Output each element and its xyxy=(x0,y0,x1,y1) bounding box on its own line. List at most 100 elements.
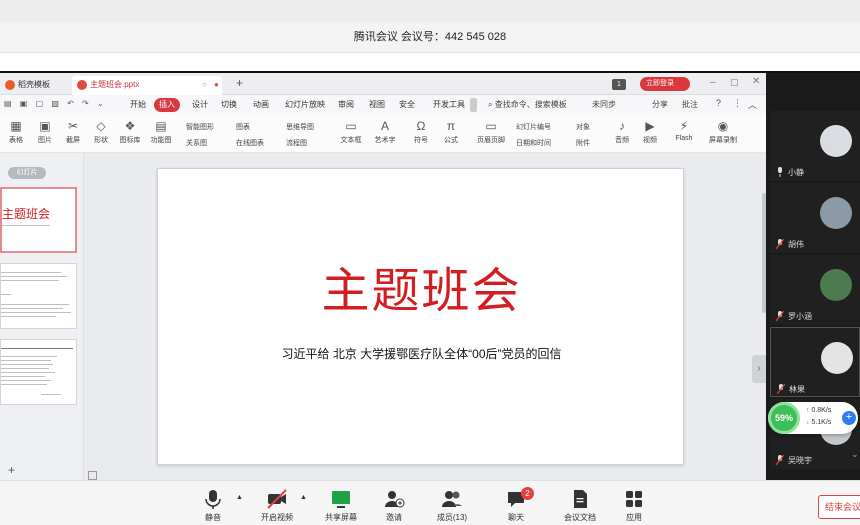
members-button[interactable]: 成员(13) xyxy=(422,482,482,523)
ribbon-function-chart-button[interactable]: ▤ 功能图 xyxy=(148,120,174,145)
menu-insert[interactable]: 插入 xyxy=(154,98,180,112)
menu-transition[interactable]: 切换 xyxy=(216,98,242,112)
share-screen-button[interactable]: 共享屏幕 xyxy=(311,482,371,523)
minimize-icon[interactable]: – xyxy=(710,77,716,88)
expand-panel-chevron-icon[interactable]: › xyxy=(752,355,766,383)
slide-thumbnail-3[interactable] xyxy=(0,339,77,405)
slide-thumbnail-2[interactable] xyxy=(0,263,77,329)
menu-security[interactable]: 安全 xyxy=(394,98,420,112)
iconlib-icon: ❖ xyxy=(124,119,136,133)
ribbon-audio-button[interactable]: ♪ 音频 xyxy=(610,120,634,145)
ribbon-symbol-button[interactable]: Ω 符号 xyxy=(408,120,434,145)
ribbon-wordart-button[interactable]: A 艺术字 xyxy=(372,120,398,145)
add-slide-icon[interactable]: + xyxy=(8,463,15,477)
participant-tile[interactable]: 小静 xyxy=(770,111,860,181)
slide-thumbnail-1[interactable]: 主题班会 xyxy=(0,187,77,253)
object-button[interactable]: 对象 xyxy=(576,122,590,132)
mic-muted-icon xyxy=(776,239,784,249)
relation-chart-button[interactable]: 关系图 xyxy=(186,138,207,148)
network-speed-widget[interactable]: 59% ↑ 0.8K/s ↓ 5.1K/s + xyxy=(768,402,858,434)
help-icon[interactable]: ? xyxy=(716,98,721,108)
menu-slideshow[interactable]: 幻灯片放映 xyxy=(280,98,330,112)
end-meeting-button[interactable]: 结束会议 xyxy=(818,495,860,519)
chart-button[interactable]: 图表 xyxy=(236,122,250,132)
slide-canvas[interactable]: 主题班会 习近平给 北京 大学援鄂医疗队全体“00后”党员的回信 xyxy=(157,168,684,465)
tab-label: 稻壳模板 xyxy=(18,80,50,89)
menu-design[interactable]: 设计 xyxy=(187,98,213,112)
share-button[interactable]: 分享 xyxy=(652,99,668,110)
toolbar-label: 开启视频 xyxy=(261,513,293,522)
date-time-button[interactable]: 日期和时间 xyxy=(516,138,551,148)
video-options-caret-icon[interactable]: ▲ xyxy=(300,494,307,501)
thumb-line xyxy=(1,360,51,361)
ribbon-screenshot-button[interactable]: ✂ 截屏 xyxy=(62,120,84,145)
ribbon-iconlib-button[interactable]: ❖ 图标库 xyxy=(117,120,143,145)
slide-subtitle[interactable]: 习近平给 北京 大学援鄂医疗队全体“00后”党员的回信 xyxy=(158,345,685,362)
chat-button[interactable]: 聊天 xyxy=(486,482,546,523)
chevron-down-icon[interactable]: ⌄ xyxy=(851,449,859,460)
upload-value: 0.8K/s xyxy=(811,407,832,414)
attachment-button[interactable]: 附件 xyxy=(576,138,590,148)
ribbon-label: 功能图 xyxy=(150,137,172,144)
search-label: 查找命令、搜索模板 xyxy=(494,100,567,109)
participant-tile[interactable]: 林果 xyxy=(770,327,860,397)
ribbon-video-button[interactable]: ▶ 视频 xyxy=(638,120,662,145)
mindmap-button[interactable]: 思维导图 xyxy=(286,122,314,132)
download-value: 5.1K/s xyxy=(811,419,832,426)
window-count-icon[interactable]: 1 xyxy=(612,79,626,90)
slide-title[interactable]: 主题班会 xyxy=(158,251,685,321)
mic-muted-icon xyxy=(776,311,784,321)
camera-off-icon xyxy=(267,489,287,509)
participant-tile[interactable]: 胡伟 xyxy=(770,183,860,253)
quick-access-icons[interactable]: ▤ ▣ ▢ ▧ ↶ ↷ ⌄ xyxy=(4,99,107,108)
mute-options-caret-icon[interactable]: ▲ xyxy=(236,494,243,501)
ribbon-image-button[interactable]: ▣ 图片 xyxy=(34,120,56,145)
new-tab-button[interactable]: + xyxy=(236,76,243,90)
smartart-button[interactable]: 智能图形 xyxy=(186,122,214,132)
ribbon-formula-button[interactable]: π 公式 xyxy=(438,120,464,145)
tab-docer-templates[interactable]: 稻壳模板 xyxy=(0,76,56,95)
menu-animation[interactable]: 动画 xyxy=(248,98,274,112)
ribbon-textbox-button[interactable]: ▭ 文本框 xyxy=(338,120,364,145)
slide-number-button[interactable]: 幻灯片编号 xyxy=(516,122,551,132)
command-search[interactable]: ⌕ 查找命令、搜索模板 xyxy=(488,99,567,110)
comment-button[interactable]: 批注 xyxy=(682,99,698,110)
menu-developer[interactable]: 开发工具 xyxy=(428,98,470,112)
maximize-icon[interactable]: ▢ xyxy=(730,77,739,88)
pi-icon: π xyxy=(446,119,456,133)
start-video-button[interactable]: 开启视频 xyxy=(247,482,307,523)
collapse-ribbon-icon[interactable]: ︿ xyxy=(748,98,757,111)
notes-checkbox[interactable] xyxy=(88,471,97,480)
login-button[interactable]: 立即登录 xyxy=(640,77,690,91)
title-bar xyxy=(0,0,860,22)
unsynced-status[interactable]: 未同步 xyxy=(592,99,616,110)
online-chart-button[interactable]: 在线图表 xyxy=(236,138,264,148)
participant-name: 吴晓宇 xyxy=(788,456,812,465)
ribbon-screen-record-button[interactable]: ◉ 屏幕录制 xyxy=(704,120,742,145)
tab-pptx-file[interactable]: 主题班会.pptx ○ ● xyxy=(72,76,222,95)
menu-review[interactable]: 审阅 xyxy=(333,98,359,112)
ribbon-table-button[interactable]: ▦ 表格 xyxy=(5,120,27,145)
network-add-icon[interactable]: + xyxy=(842,411,856,425)
scissors-icon: ✂ xyxy=(67,119,79,133)
record-icon: ◉ xyxy=(717,119,729,133)
tab-close-icon[interactable]: ○ xyxy=(202,76,207,94)
apps-button[interactable]: 应用 xyxy=(604,482,664,523)
menu-view[interactable]: 视图 xyxy=(364,98,390,112)
ribbon-flash-button[interactable]: ⚡ Flash xyxy=(666,119,702,143)
mute-button[interactable]: 静音 xyxy=(183,482,243,523)
panel-tag[interactable]: 幻灯片 xyxy=(8,167,46,179)
participant-tile[interactable]: 罗小涵 xyxy=(770,255,860,325)
meeting-docs-button[interactable]: 会议文档 xyxy=(550,482,610,523)
thumb-line xyxy=(1,312,71,313)
more-icon[interactable]: ⋮ xyxy=(733,98,742,109)
invite-button[interactable]: 邀请 xyxy=(364,482,424,523)
menu-home[interactable]: 开始 xyxy=(125,98,151,112)
flowchart-button[interactable]: 流程图 xyxy=(286,138,307,148)
ribbon-header-footer-button[interactable]: ▭ 页眉页脚 xyxy=(472,120,510,145)
ribbon-shape-button[interactable]: ◇ 形状 xyxy=(90,120,112,145)
omega-icon: Ω xyxy=(416,119,426,133)
close-window-icon[interactable]: ✕ xyxy=(752,76,760,87)
flash-icon: ⚡ xyxy=(679,119,689,133)
menu-scroll-handle[interactable] xyxy=(470,98,477,112)
